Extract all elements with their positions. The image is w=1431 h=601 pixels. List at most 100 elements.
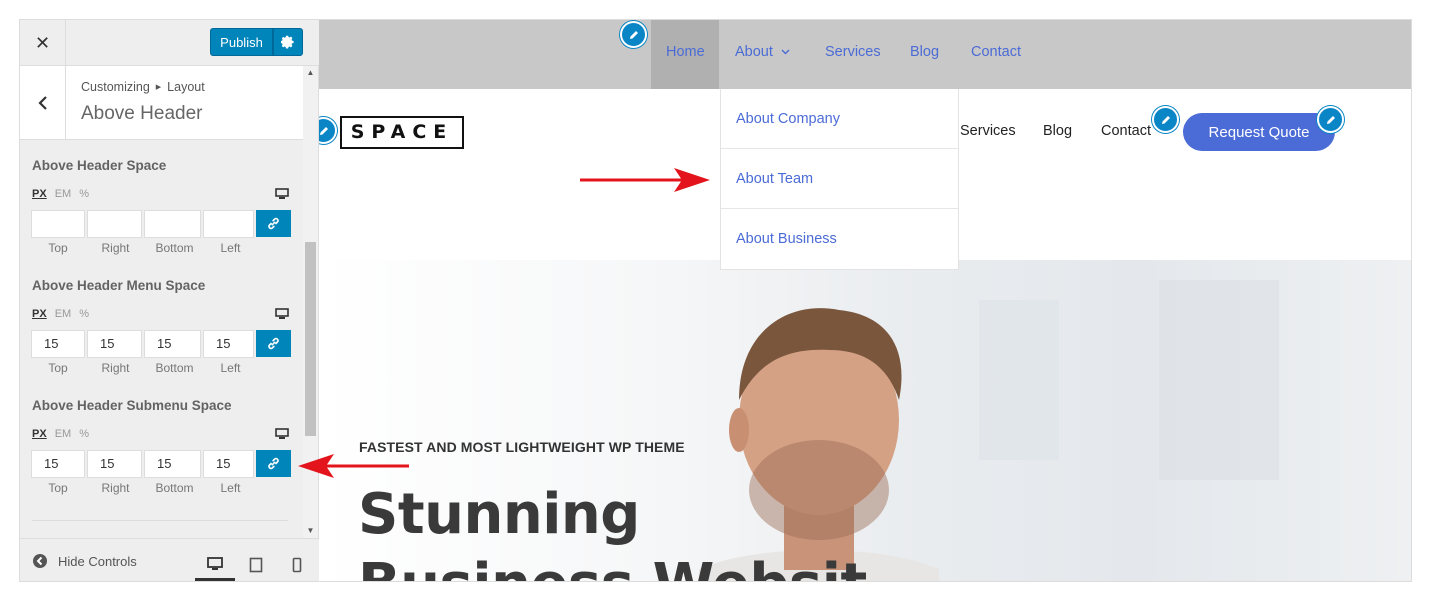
preview-desktop-button[interactable]: [195, 549, 235, 581]
spacing-inputs: 15 15 15 15: [31, 450, 291, 478]
pencil-icon: [629, 30, 638, 39]
label-left: Left: [220, 241, 241, 255]
mobile-icon: [292, 557, 302, 573]
unit-em[interactable]: EM: [55, 188, 72, 200]
label-left: Left: [220, 361, 241, 375]
hide-controls-label: Hide Controls: [58, 553, 137, 569]
unit-switcher: PX EM %: [32, 308, 89, 320]
chevron-down-icon: [781, 49, 790, 55]
scroll-up-arrow[interactable]: ▲: [303, 66, 318, 80]
hero-title: Stunning: [358, 482, 640, 547]
unit-em[interactable]: EM: [55, 428, 72, 440]
label-right: Right: [101, 481, 130, 495]
unit-px[interactable]: PX: [32, 188, 47, 200]
unit-percent[interactable]: %: [79, 308, 89, 320]
divider: [32, 520, 288, 521]
top-input[interactable]: 15: [31, 330, 85, 358]
desktop-icon[interactable]: [275, 188, 289, 200]
bottom-input[interactable]: [144, 210, 201, 238]
spacing-labels: Top Right Bottom Left: [31, 361, 256, 375]
link-values-button[interactable]: [256, 450, 291, 477]
request-quote-button[interactable]: Request Quote: [1183, 113, 1335, 151]
breadcrumb-item: Layout: [167, 80, 205, 94]
link-icon: [268, 457, 279, 470]
above-menu-contact[interactable]: Contact: [971, 44, 1021, 60]
top-input[interactable]: 15: [31, 450, 85, 478]
hero-person-image: [699, 308, 939, 581]
unit-switcher: PX EM %: [32, 188, 89, 200]
main-menu-blog[interactable]: Blog: [1043, 123, 1072, 139]
unit-percent[interactable]: %: [79, 188, 89, 200]
link-values-button[interactable]: [256, 330, 291, 357]
hide-controls-button[interactable]: Hide Controls: [32, 553, 137, 569]
pencil-icon: [1326, 115, 1335, 124]
scroll-thumb[interactable]: [305, 242, 316, 436]
left-input[interactable]: 15: [203, 450, 254, 478]
tablet-icon: [249, 557, 263, 573]
section-title: Above Header: [81, 103, 203, 124]
right-input[interactable]: 15: [87, 330, 142, 358]
above-menu-about-label: About: [735, 44, 773, 60]
label-top: Top: [48, 361, 68, 375]
link-icon: [268, 337, 279, 350]
edit-shortcut-button[interactable]: [1317, 106, 1344, 133]
above-menu-services[interactable]: Services: [825, 44, 881, 60]
right-input[interactable]: 15: [87, 450, 142, 478]
edit-shortcut-button[interactable]: [1152, 106, 1179, 133]
preview-tablet-button[interactable]: [236, 549, 276, 581]
customizer-topbar: ✕ Publish: [20, 20, 319, 66]
gear-icon: [281, 35, 294, 49]
label-right: Right: [101, 241, 130, 255]
above-header-bar: Home About Services Blog Contact: [319, 20, 1411, 89]
desktop-icon[interactable]: [275, 308, 289, 320]
pencil-icon: [1161, 115, 1170, 124]
submenu-item[interactable]: About Team: [721, 149, 958, 209]
site-preview: Home About Services Blog Contact About C…: [319, 20, 1411, 581]
pencil-icon: [319, 126, 328, 135]
publish-button[interactable]: Publish: [210, 28, 273, 56]
spacing-inputs: [31, 210, 291, 238]
top-input[interactable]: [31, 210, 85, 238]
right-input[interactable]: [87, 210, 142, 238]
above-menu-home[interactable]: Home: [666, 44, 705, 60]
desktop-icon[interactable]: [275, 428, 289, 440]
publish-settings-button[interactable]: [273, 28, 303, 56]
hero-bg-shape: [1159, 280, 1279, 480]
link-values-button[interactable]: [256, 210, 291, 237]
unit-switcher: PX EM %: [32, 428, 89, 440]
unit-em[interactable]: EM: [55, 308, 72, 320]
preview-mobile-button[interactable]: [277, 549, 317, 581]
about-submenu: About Company About Team About Business: [720, 89, 959, 270]
scroll-down-arrow[interactable]: ▼: [303, 524, 318, 538]
customizer-window: ✕ Publish Customizing ▶ Layout Above Hea…: [19, 19, 1412, 582]
edit-shortcut-button[interactable]: [319, 117, 337, 144]
label-top: Top: [48, 481, 68, 495]
spacing-inputs: 15 15 15 15: [31, 330, 291, 358]
close-button[interactable]: ✕: [20, 20, 66, 66]
control-title: Above Header Submenu Space: [32, 398, 232, 413]
hide-controls-icon: [33, 554, 47, 568]
main-menu-services[interactable]: Services: [960, 123, 1016, 139]
close-icon: ✕: [34, 32, 51, 54]
unit-px[interactable]: PX: [32, 308, 47, 320]
left-input[interactable]: 15: [203, 330, 254, 358]
site-logo[interactable]: SPACE: [340, 116, 464, 149]
submenu-item[interactable]: About Business: [721, 209, 958, 269]
above-menu-about[interactable]: About: [735, 44, 790, 60]
label-left: Left: [220, 481, 241, 495]
label-bottom: Bottom: [155, 241, 194, 255]
bottom-input[interactable]: 15: [144, 330, 201, 358]
back-button[interactable]: [20, 66, 66, 140]
main-menu-contact[interactable]: Contact: [1101, 123, 1151, 139]
left-input[interactable]: [203, 210, 254, 238]
unit-px[interactable]: PX: [32, 428, 47, 440]
label-bottom: Bottom: [155, 481, 194, 495]
hero-bg-shape: [979, 300, 1059, 460]
bottom-input[interactable]: 15: [144, 450, 201, 478]
unit-percent[interactable]: %: [79, 428, 89, 440]
annotation-arrow-left: [298, 454, 409, 478]
above-menu-blog[interactable]: Blog: [910, 44, 939, 60]
edit-shortcut-button[interactable]: [620, 21, 647, 48]
breadcrumb-item: Customizing: [81, 80, 150, 94]
submenu-item[interactable]: About Company: [721, 89, 958, 149]
